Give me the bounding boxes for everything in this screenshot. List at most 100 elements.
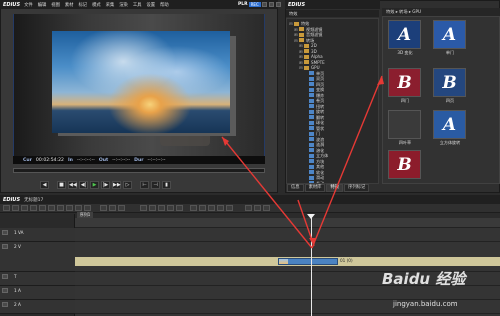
close-icon[interactable] (275, 2, 281, 7)
timeline-tool-button[interactable] (39, 205, 46, 211)
timeline-tool-button[interactable] (190, 205, 197, 211)
tree-item-label: 变换 (316, 87, 325, 92)
timeline-tool-button[interactable] (140, 205, 147, 211)
timeline-tool-button[interactable] (199, 205, 206, 211)
timeline-tool-button[interactable] (217, 205, 224, 211)
timeline-tool-button[interactable] (75, 205, 82, 211)
effects-tree[interactable]: ⊟ 特效 ⊞ 视频滤镜 ⊞ 音频滤镜 ⊟ 转场 ⊞ 2D ⊞ 3D ⊞ Alpha ⊞ SMPTE ⊟ GPU 单页… (286, 18, 379, 184)
set-in-button[interactable]: ⊢ (140, 180, 149, 189)
timeline-tool-button[interactable] (57, 205, 64, 211)
timeline-tool-button[interactable] (263, 205, 270, 211)
plr-label[interactable]: PLR (238, 2, 248, 7)
menu-view[interactable]: 视图 (51, 2, 60, 8)
menu-file[interactable]: 文件 (24, 2, 33, 8)
transition-icon (309, 159, 314, 163)
timeline-tool-button[interactable] (30, 205, 37, 211)
thumb-header: 特效 ▸ 转场 ▸ GPU (382, 8, 500, 16)
menu-help[interactable]: 帮助 (160, 2, 169, 8)
menu-marker[interactable]: 标记 (78, 2, 87, 8)
timeline-tool-button[interactable] (208, 205, 215, 211)
timeline-tool-button[interactable] (245, 205, 252, 211)
timeline-app-name: EDIUS (3, 196, 21, 203)
timeline-tool-button[interactable] (109, 205, 116, 211)
folder-icon (304, 65, 309, 70)
clip-label: 01 (0) (340, 258, 353, 263)
timeline-tool-button[interactable] (158, 205, 165, 211)
thumbnail-label: 四页 (445, 98, 455, 103)
prev-frame-button[interactable]: ◀| (79, 180, 88, 189)
tab-sequence-marker[interactable]: 序列标记 (344, 184, 370, 192)
transition-icon (309, 76, 314, 81)
track-toggle-icon[interactable] (2, 230, 8, 235)
menu-render[interactable]: 渲染 (119, 2, 128, 8)
rewind-button[interactable]: ◀◀ (68, 180, 77, 189)
track-toggle-icon[interactable] (2, 274, 8, 279)
position-scrubber[interactable] (13, 168, 265, 173)
tree-item-label: 滑动 (316, 175, 325, 180)
transition-icon (309, 148, 314, 152)
stop-button[interactable]: ■ (57, 180, 66, 189)
track-header[interactable]: T (0, 272, 75, 286)
transport-controls: ◀ ■ ◀◀ ◀| ▶ |▶ ▶▶ ▷ ⊢ ⊣ ▮ (40, 180, 270, 189)
transition-icon (309, 142, 314, 147)
track-header[interactable]: 2 V (0, 242, 75, 272)
timeline-tool-button[interactable] (100, 205, 107, 211)
track-toggle-icon[interactable] (2, 244, 8, 249)
transition-thumbnail[interactable]: B (433, 68, 466, 97)
track-header[interactable]: 2 A (0, 300, 75, 314)
timeline-tool-button[interactable] (48, 205, 55, 211)
track-header[interactable]: 1 VA (0, 228, 75, 242)
loop-button[interactable]: ▷ (123, 180, 132, 189)
transition-icon (309, 104, 314, 108)
timeline-tool-button[interactable] (66, 205, 73, 211)
insert-button[interactable]: ▮ (162, 180, 171, 189)
set-out-button[interactable]: ⊣ (151, 180, 160, 189)
timeline-tool-button[interactable] (21, 205, 28, 211)
timeline-tool-button[interactable] (254, 205, 261, 211)
minimize-icon[interactable] (261, 2, 267, 7)
transition-thumbnail[interactable] (388, 110, 421, 139)
menu-capture[interactable]: 采集 (106, 2, 115, 8)
track-toggle-icon[interactable] (2, 288, 8, 293)
timeline-tool-button[interactable] (84, 205, 91, 211)
tree-item-label: 其他 (316, 164, 325, 169)
menu-settings[interactable]: 设置 (146, 2, 155, 8)
timeline-tool-button[interactable] (167, 205, 174, 211)
transition-thumbnail[interactable]: A (433, 20, 466, 49)
transition-thumbnail[interactable]: B (388, 150, 421, 179)
fast-forward-button[interactable]: ▶▶ (112, 180, 121, 189)
track-lane[interactable] (75, 228, 500, 242)
maximize-icon[interactable] (268, 2, 274, 7)
rec-label[interactable]: REC (248, 2, 261, 7)
timeline-tool-button[interactable] (226, 205, 233, 211)
timeline-tool-button[interactable] (3, 205, 10, 211)
track-label: T (14, 274, 17, 279)
menu-clip[interactable]: 素材 (65, 2, 74, 8)
menu-tools[interactable]: 工具 (133, 2, 142, 8)
transition-thumbnail[interactable]: B (388, 68, 421, 97)
timeline-tool-button[interactable] (149, 205, 156, 211)
timeline-ruler[interactable] (75, 218, 500, 228)
next-frame-button[interactable]: |▶ (101, 180, 110, 189)
play-button[interactable]: ▶ (90, 180, 99, 189)
player-recorder-badge[interactable]: PLR REC (238, 1, 281, 8)
timeline-tool-button[interactable] (12, 205, 19, 211)
tab-info[interactable]: 信息 (287, 184, 304, 192)
tree-item-label: 四页 (316, 81, 325, 87)
transition-thumbnail[interactable]: A (388, 20, 421, 49)
transition-thumbnail[interactable]: A (433, 110, 466, 139)
tree-item-label: 3D (311, 48, 317, 54)
timeline-tool-button[interactable] (118, 205, 125, 211)
tab-effects[interactable]: 特效 (326, 184, 344, 192)
timeline-tool-button[interactable] (176, 205, 183, 211)
tab-bin[interactable]: 素材库 (304, 184, 326, 192)
playhead-line[interactable] (311, 216, 312, 316)
menu-edit[interactable]: 编辑 (38, 2, 47, 8)
menu-mode[interactable]: 模式 (92, 2, 101, 8)
shuttle-button[interactable]: ◀ (40, 180, 49, 189)
tree-item-label: 软化 (316, 169, 325, 175)
track-toggle-icon[interactable] (2, 302, 8, 307)
track-headers: 1 VA 2 V T 1 A 2 A (0, 214, 75, 316)
playhead-marker-icon[interactable] (307, 214, 315, 219)
track-header[interactable]: 1 A (0, 286, 75, 300)
